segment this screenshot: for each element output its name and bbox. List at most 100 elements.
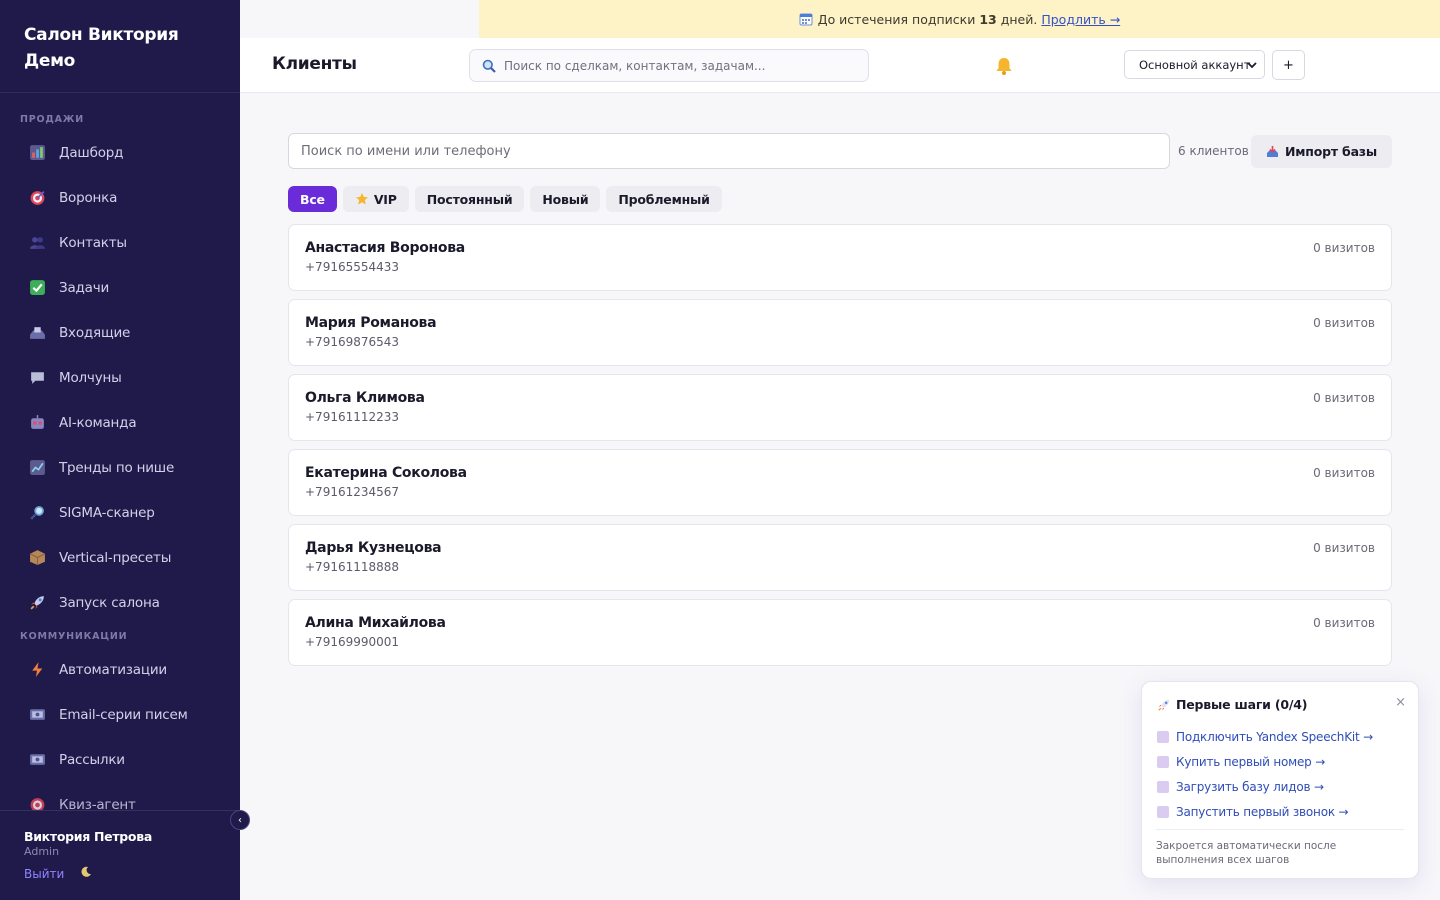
sidebar-item-dashboard[interactable]: Дашборд [0, 130, 240, 175]
client-search[interactable] [288, 133, 1170, 169]
client-visits: 0 визитов [1313, 616, 1375, 630]
onboarding-card: Первые шаги (0/4) × Подключить Yandex Sp… [1141, 681, 1419, 879]
client-card[interactable]: Дарья Кузнецова +79161118888 0 визитов [288, 524, 1392, 591]
robot-icon [29, 414, 46, 431]
brand-title: Салон Виктория Демо [24, 25, 179, 71]
rocket-icon [1157, 698, 1171, 712]
sidebar-item-label: Vertical-пресеты [59, 549, 172, 566]
onboarding-step-label: Подключить Yandex SpeechKit → [1176, 729, 1373, 744]
sidebar-item-label: Задачи [59, 279, 110, 296]
sidebar-nav[interactable]: ПРОДАЖИ Дашборд Воронка Контакты Задачи … [0, 93, 240, 810]
client-visits: 0 визитов [1313, 541, 1375, 555]
envelope-icon [29, 751, 46, 768]
page-title: Клиенты [272, 54, 357, 74]
filter-chip-all[interactable]: Все [288, 186, 337, 212]
inbox-tray-icon [29, 324, 46, 341]
onboarding-title-text: Первые шаги (0/4) [1176, 697, 1308, 712]
filter-chip-regular[interactable]: Постоянный [414, 186, 525, 212]
client-card[interactable]: Екатерина Соколова +79161234567 0 визито… [288, 449, 1392, 516]
user-panel: Виктория Петрова Admin Выйти [0, 810, 240, 900]
client-visits: 0 визитов [1313, 316, 1375, 330]
onboarding-step-label: Купить первый номер → [1176, 754, 1326, 769]
client-visits: 0 визитов [1313, 241, 1375, 255]
sidebar-item-contacts[interactable]: Контакты [0, 220, 240, 265]
sidebar-collapse-button[interactable]: ‹ [230, 810, 250, 830]
logout-link[interactable]: Выйти [24, 867, 64, 881]
sidebar-item-sigma[interactable]: SIGMA-сканер [0, 490, 240, 535]
brand: Салон Виктория Демо [0, 0, 240, 93]
client-card[interactable]: Ольга Климова +79161112233 0 визитов [288, 374, 1392, 441]
client-card[interactable]: Алина Михайлова +79169990001 0 визитов [288, 599, 1392, 666]
client-phone: +79161234567 [305, 485, 400, 499]
sidebar-item-label: Воронка [59, 189, 118, 206]
check-box-icon [29, 279, 46, 296]
calendar-icon [799, 12, 813, 26]
client-card[interactable]: Анастасия Воронова +79165554433 0 визито… [288, 224, 1392, 291]
sidebar-item-label: Тренды по нише [59, 459, 175, 476]
client-list: Анастасия Воронова +79165554433 0 визито… [288, 224, 1392, 674]
clients-count: 6 клиентов [1178, 144, 1249, 158]
sidebar-item-inbox[interactable]: Входящие [0, 310, 240, 355]
sidebar-item-trends[interactable]: Тренды по нише [0, 445, 240, 490]
global-search[interactable] [469, 49, 869, 82]
client-name: Дарья Кузнецова [305, 540, 442, 556]
onboarding-step-speechkit[interactable]: Подключить Yandex SpeechKit → [1157, 724, 1404, 749]
onboarding-title: Первые шаги (0/4) [1157, 697, 1404, 712]
inbox-tray-icon [1266, 145, 1279, 158]
sidebar-item-broadcasts[interactable]: Рассылки [0, 737, 240, 782]
client-phone: +79161118888 [305, 560, 400, 574]
sidebar-item-quiz-agent[interactable]: Квиз-агент [0, 782, 240, 810]
checkbox-empty-icon [1157, 730, 1169, 743]
filter-chip-label: VIP [373, 191, 397, 207]
user-name: Виктория Петрова [24, 829, 152, 844]
moon-icon [81, 866, 92, 877]
sidebar-item-label: Дашборд [59, 144, 124, 161]
filter-chip-problem[interactable]: Проблемный [606, 186, 722, 212]
import-base-button[interactable]: Импорт базы [1251, 135, 1392, 168]
people-icon [29, 234, 46, 251]
sidebar-item-silent[interactable]: Молчуны [0, 355, 240, 400]
client-visits: 0 визитов [1313, 391, 1375, 405]
renew-link[interactable]: Продлить → [1041, 12, 1120, 27]
banner-text: До истечения подписки [817, 11, 976, 27]
onboarding-step-number[interactable]: Купить первый номер → [1157, 749, 1404, 774]
lightning-icon [29, 661, 46, 678]
client-name: Ольга Климова [305, 390, 425, 406]
sidebar-item-email-series[interactable]: Email-серии писем [0, 692, 240, 737]
onboarding-step-label: Загрузить базу лидов → [1176, 779, 1324, 794]
sidebar-item-label: Email-серии писем [59, 706, 188, 723]
package-icon [29, 549, 46, 566]
account-select-value: Основной аккаунт [1139, 57, 1251, 72]
sidebar-item-ai-team[interactable]: AI-команда [0, 400, 240, 445]
chevron-down-icon [1247, 62, 1257, 69]
close-icon[interactable]: × [1395, 695, 1406, 710]
onboarding-step-call[interactable]: Запустить первый звонок → [1157, 799, 1404, 824]
filter-chip-vip[interactable]: VIP [342, 186, 409, 212]
global-search-input[interactable] [504, 58, 854, 73]
header: Клиенты Основной аккаунт + [240, 38, 1440, 93]
client-card[interactable]: Мария Романова +79169876543 0 визитов [288, 299, 1392, 366]
sidebar-item-label: Контакты [59, 234, 127, 251]
banner-days: 13 [979, 11, 997, 27]
sidebar-item-label: AI-команда [59, 414, 137, 431]
client-search-input[interactable] [289, 134, 1169, 168]
star-icon [355, 192, 369, 206]
nav-section-sales: ПРОДАЖИ [20, 114, 84, 125]
add-button[interactable]: + [1272, 50, 1305, 80]
filter-chip-new[interactable]: Новый [530, 186, 601, 212]
sidebar-item-presets[interactable]: Vertical-пресеты [0, 535, 240, 580]
envelope-icon [29, 706, 46, 723]
client-phone: +79161112233 [305, 410, 400, 424]
onboarding-step-leads[interactable]: Загрузить базу лидов → [1157, 774, 1404, 799]
filter-chips: Все VIP Постоянный Новый Проблемный [288, 186, 728, 212]
sidebar-item-launch[interactable]: Запуск салона [0, 580, 240, 625]
sidebar-item-tasks[interactable]: Задачи [0, 265, 240, 310]
sidebar-item-automations[interactable]: Автоматизации [0, 647, 240, 692]
dark-mode-toggle[interactable] [80, 866, 92, 881]
trend-chart-icon [29, 459, 46, 476]
notifications-button[interactable] [994, 56, 1014, 80]
speech-bubble-icon [29, 369, 46, 386]
onboarding-steps: Подключить Yandex SpeechKit → Купить пер… [1157, 724, 1404, 824]
account-select[interactable]: Основной аккаунт [1124, 50, 1265, 79]
sidebar-item-funnel[interactable]: Воронка [0, 175, 240, 220]
